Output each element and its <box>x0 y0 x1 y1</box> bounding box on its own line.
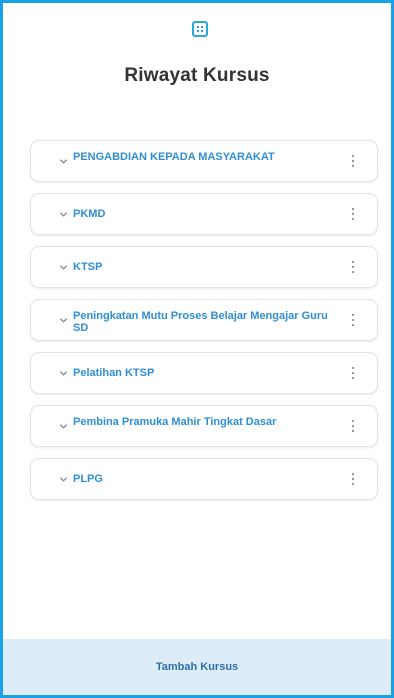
course-label: Pembina Pramuka Mahir Tingkat Dasar <box>73 416 277 428</box>
more-options-icon[interactable] <box>351 420 355 432</box>
more-options-icon[interactable] <box>351 473 355 485</box>
chevron-down-icon[interactable] <box>59 422 68 431</box>
course-list: PENGABDIAN KEPADA MASYARAKAT PKMD KTSP P… <box>30 140 378 511</box>
grid-dots <box>197 26 203 32</box>
chevron-down-icon[interactable] <box>59 263 68 272</box>
course-label: Peningkatan Mutu Proses Belajar Mengajar… <box>73 310 328 331</box>
more-options-icon[interactable] <box>351 208 355 220</box>
add-course-button[interactable]: Tambah Kursus <box>3 639 391 695</box>
more-options-icon[interactable] <box>351 314 355 326</box>
course-label: PENGABDIAN KEPADA MASYARAKAT <box>73 151 275 163</box>
app-frame: Riwayat Kursus PENGABDIAN KEPADA MASYARA… <box>0 0 394 698</box>
chevron-down-icon[interactable] <box>59 475 68 484</box>
page-title: Riwayat Kursus <box>124 65 270 86</box>
course-item[interactable]: PENGABDIAN KEPADA MASYARAKAT <box>30 140 378 182</box>
course-item[interactable]: Peningkatan Mutu Proses Belajar Mengajar… <box>30 299 378 341</box>
grid-apps-icon[interactable] <box>192 21 208 37</box>
course-item[interactable]: Pelatihan KTSP <box>30 352 378 394</box>
course-label: PLPG <box>73 473 103 485</box>
add-course-label: Tambah Kursus <box>155 661 239 673</box>
course-item[interactable]: Pembina Pramuka Mahir Tingkat Dasar <box>30 405 378 447</box>
more-options-icon[interactable] <box>351 155 355 167</box>
chevron-down-icon[interactable] <box>59 369 68 378</box>
course-item[interactable]: PLPG <box>30 458 378 500</box>
chevron-down-icon[interactable] <box>59 210 68 219</box>
more-options-icon[interactable] <box>351 367 355 379</box>
course-label: KTSP <box>73 261 103 273</box>
course-label: PKMD <box>73 208 106 220</box>
chevron-down-icon[interactable] <box>59 157 68 166</box>
course-label: Pelatihan KTSP <box>73 367 155 379</box>
course-item[interactable]: KTSP <box>30 246 378 288</box>
course-item[interactable]: PKMD <box>30 193 378 235</box>
chevron-down-icon[interactable] <box>59 316 68 325</box>
more-options-icon[interactable] <box>351 261 355 273</box>
